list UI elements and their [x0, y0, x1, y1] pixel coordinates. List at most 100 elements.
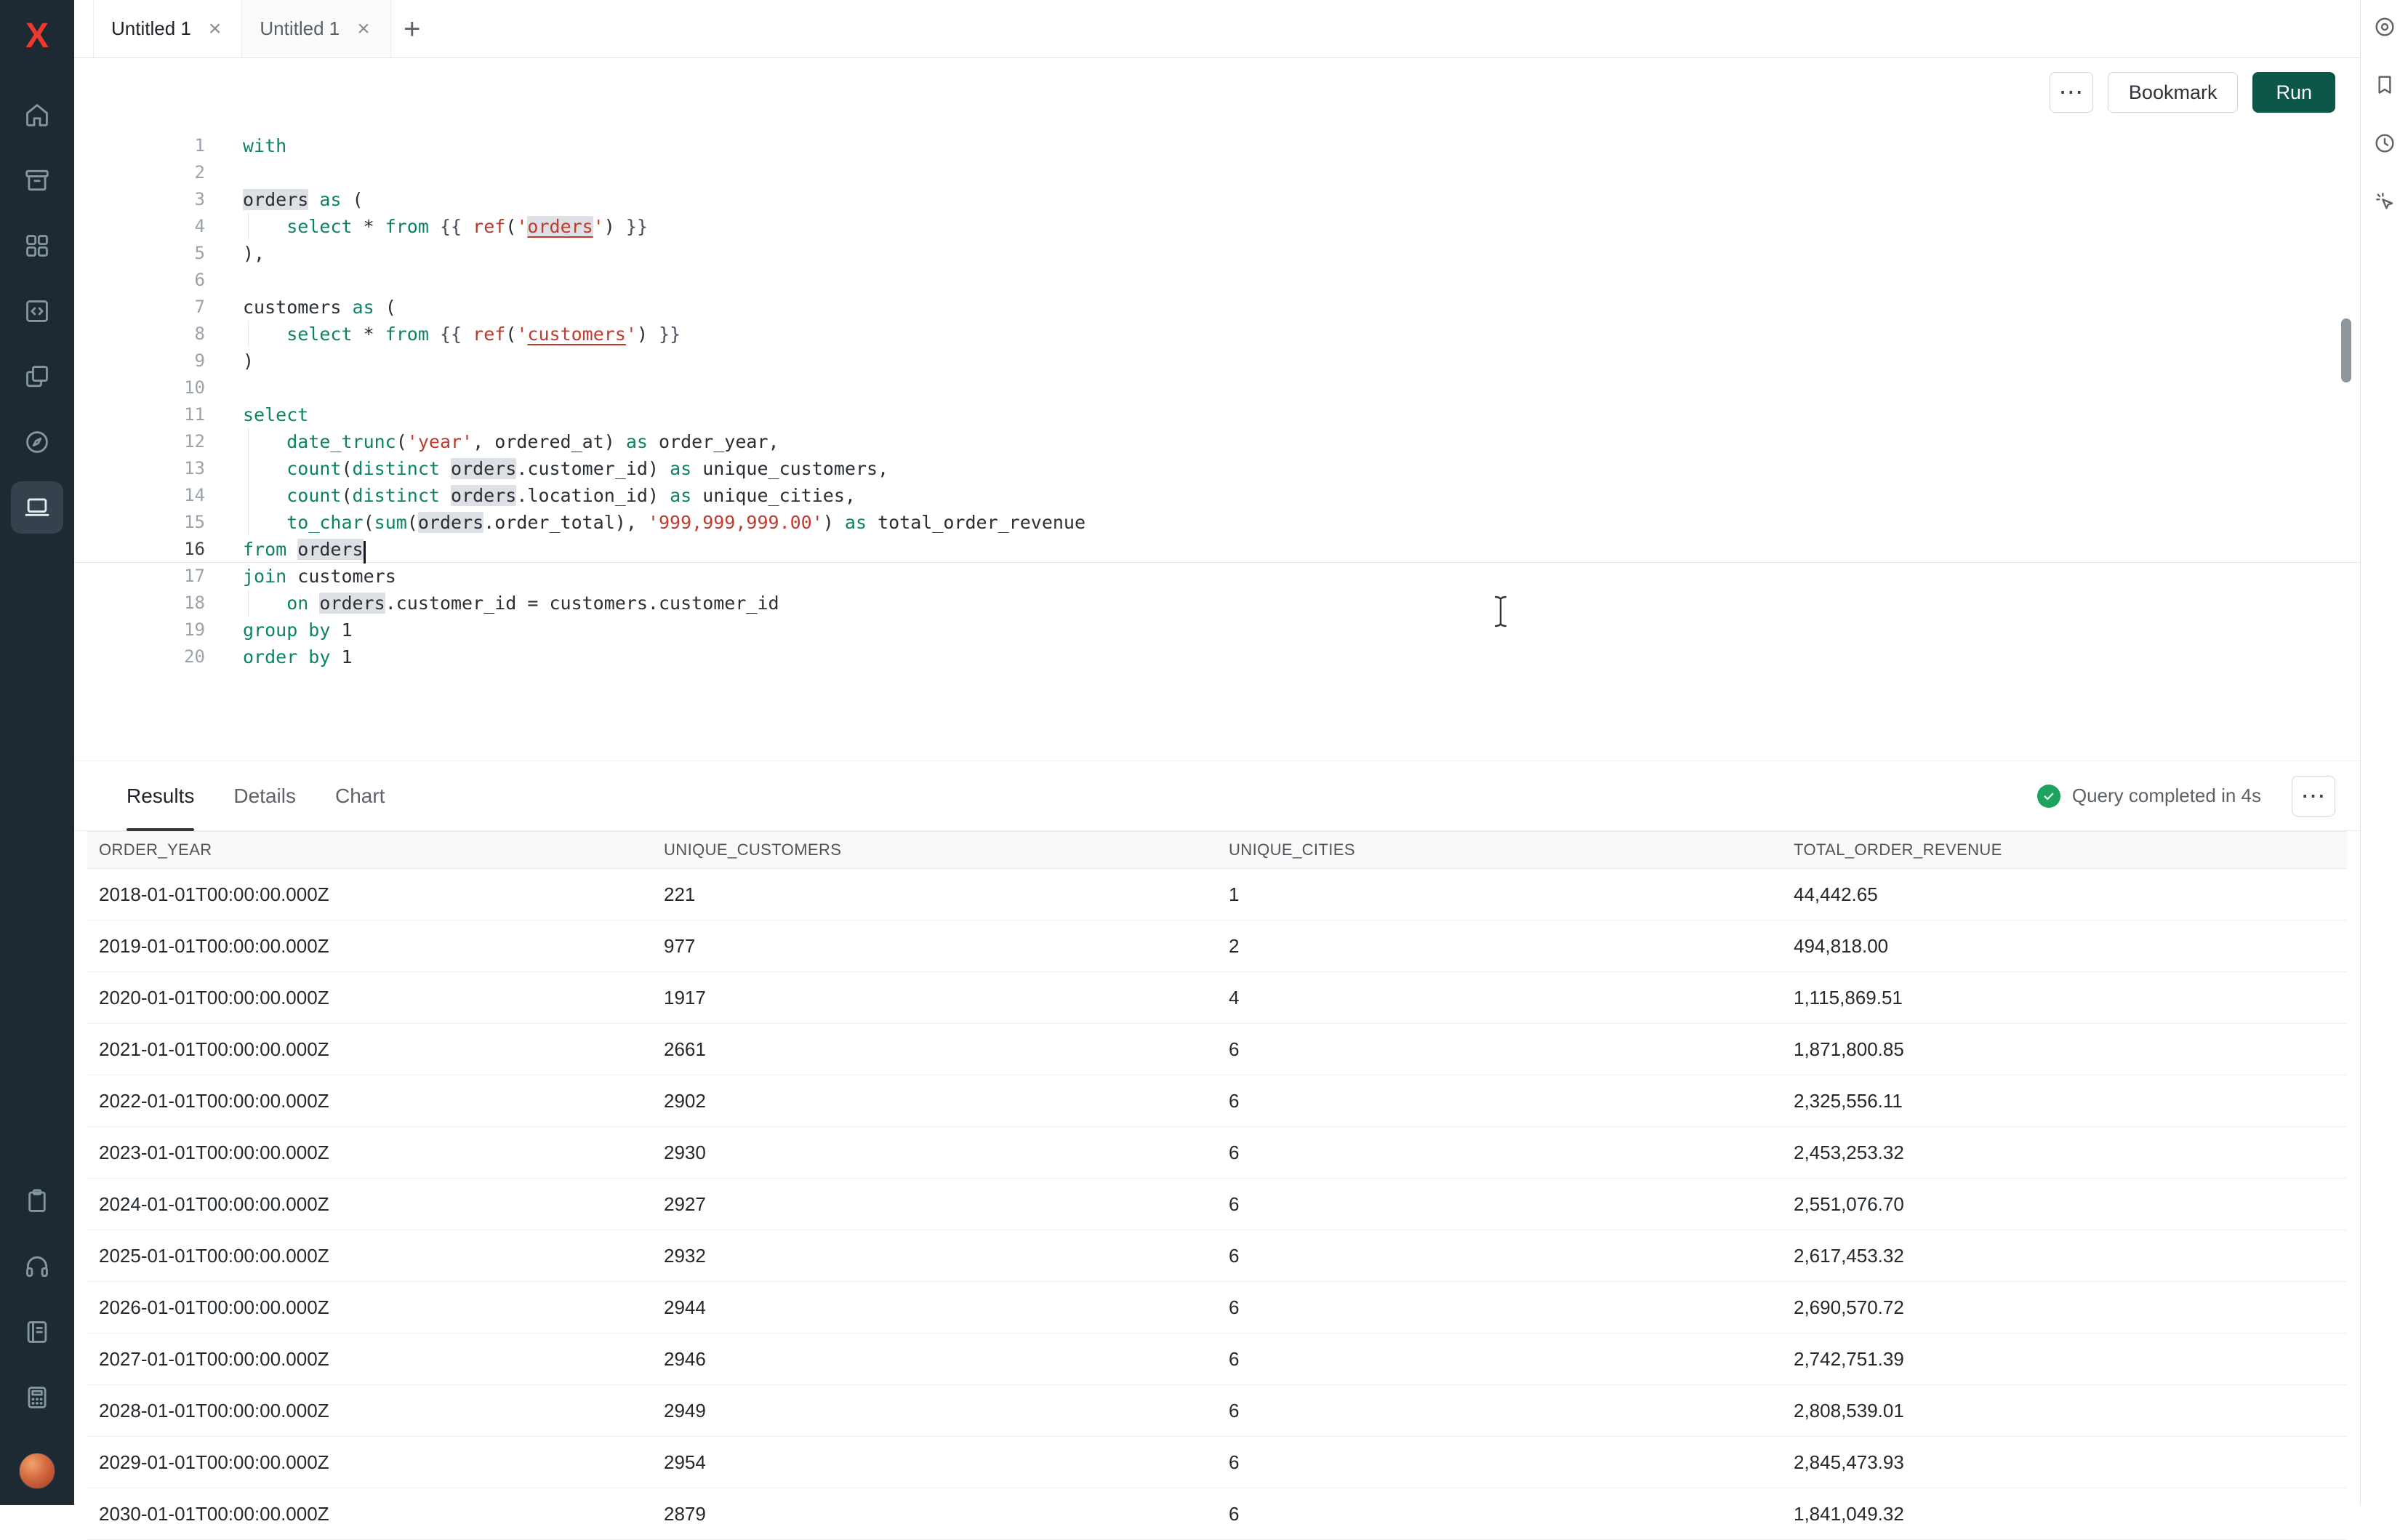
results-tab-details[interactable]: Details	[233, 761, 296, 830]
table-cell[interactable]: 2,617,453.32	[1782, 1245, 2347, 1267]
table-row[interactable]: 2023-01-01T00:00:00.000Z293062,453,253.3…	[87, 1127, 2347, 1179]
table-cell[interactable]: 2023-01-01T00:00:00.000Z	[87, 1142, 652, 1164]
header-cell[interactable]: UNIQUE_CUSTOMERS	[652, 841, 1217, 859]
table-cell[interactable]: 2902	[652, 1090, 1217, 1112]
table-row[interactable]: 2024-01-01T00:00:00.000Z292762,551,076.7…	[87, 1179, 2347, 1230]
rail-item-apps[interactable]	[11, 220, 63, 272]
rail-item-explore[interactable]	[11, 416, 63, 468]
table-cell[interactable]: 221	[652, 883, 1217, 906]
table-cell[interactable]: 2020-01-01T00:00:00.000Z	[87, 987, 652, 1009]
table-row[interactable]: 2020-01-01T00:00:00.000Z191741,115,869.5…	[87, 972, 2347, 1024]
user-avatar[interactable]	[19, 1453, 55, 1489]
code-line-17[interactable]: 17join customers	[74, 563, 2360, 590]
table-cell[interactable]: 2930	[652, 1142, 1217, 1164]
table-cell[interactable]: 494,818.00	[1782, 935, 2347, 958]
table-cell[interactable]: 6	[1217, 1193, 1782, 1216]
table-cell[interactable]: 2,551,076.70	[1782, 1193, 2347, 1216]
table-cell[interactable]: 2954	[652, 1451, 1217, 1474]
right-rail-cursor[interactable]	[2368, 185, 2401, 218]
code-line-12[interactable]: 12 date_trunc('year', ordered_at) as ord…	[74, 428, 2360, 455]
tab-close-icon[interactable]: ×	[354, 17, 373, 41]
table-row[interactable]: 2027-01-01T00:00:00.000Z294662,742,751.3…	[87, 1334, 2347, 1385]
table-cell[interactable]: 6	[1217, 1142, 1782, 1164]
editor-scrollbar-thumb[interactable]	[2341, 318, 2351, 382]
right-rail-assistant[interactable]	[2368, 10, 2401, 44]
results-tab-results[interactable]: Results	[127, 761, 194, 830]
table-cell[interactable]: 2027-01-01T00:00:00.000Z	[87, 1348, 652, 1371]
table-cell[interactable]: 1917	[652, 987, 1217, 1009]
code-line-7[interactable]: 7customers as (	[74, 294, 2360, 321]
code-line-3[interactable]: 3orders as (	[74, 186, 2360, 213]
table-row[interactable]: 2018-01-01T00:00:00.000Z221144,442.65	[87, 869, 2347, 921]
table-cell[interactable]: 2,742,751.39	[1782, 1348, 2347, 1371]
table-cell[interactable]: 6	[1217, 1038, 1782, 1061]
table-cell[interactable]: 2661	[652, 1038, 1217, 1061]
code-line-2[interactable]: 2	[74, 159, 2360, 186]
table-row[interactable]: 2028-01-01T00:00:00.000Z294962,808,539.0…	[87, 1385, 2347, 1437]
table-cell[interactable]: 44,442.65	[1782, 883, 2347, 906]
table-cell[interactable]: 2,808,539.01	[1782, 1400, 2347, 1422]
code-line-14[interactable]: 14 count(distinct orders.location_id) as…	[74, 482, 2360, 509]
table-cell[interactable]: 2025-01-01T00:00:00.000Z	[87, 1245, 652, 1267]
editor-tab-2[interactable]: Untitled 1×	[242, 0, 390, 57]
more-options-button[interactable]: ⋯	[2050, 72, 2093, 113]
rail-item-windows[interactable]	[11, 350, 63, 403]
table-cell[interactable]: 2927	[652, 1193, 1217, 1216]
table-cell[interactable]: 2019-01-01T00:00:00.000Z	[87, 935, 652, 958]
table-cell[interactable]: 2879	[652, 1503, 1217, 1525]
table-row[interactable]: 2021-01-01T00:00:00.000Z266161,871,800.8…	[87, 1024, 2347, 1075]
run-button[interactable]: Run	[2252, 72, 2335, 113]
table-cell[interactable]: 2949	[652, 1400, 1217, 1422]
rail-item-terminal[interactable]	[11, 481, 63, 534]
table-cell[interactable]: 2,325,556.11	[1782, 1090, 2347, 1112]
app-logo[interactable]: X	[13, 12, 61, 60]
code-line-16[interactable]: 16from orders	[74, 536, 2360, 563]
results-more-button[interactable]: ⋯	[2292, 776, 2335, 817]
new-tab-button[interactable]: +	[391, 15, 433, 44]
table-cell[interactable]: 2,690,570.72	[1782, 1296, 2347, 1319]
table-cell[interactable]: 1,115,869.51	[1782, 987, 2347, 1009]
table-row[interactable]: 2025-01-01T00:00:00.000Z293262,617,453.3…	[87, 1230, 2347, 1282]
table-cell[interactable]: 6	[1217, 1090, 1782, 1112]
header-cell[interactable]: UNIQUE_CITIES	[1217, 841, 1782, 859]
table-cell[interactable]: 2028-01-01T00:00:00.000Z	[87, 1400, 652, 1422]
code-line-8[interactable]: 8 select * from {{ ref('customers') }}	[74, 321, 2360, 348]
rail-item-support[interactable]	[11, 1240, 63, 1293]
code-line-1[interactable]: 1with	[74, 132, 2360, 159]
rail-item-code[interactable]	[11, 285, 63, 337]
rail-item-notebook[interactable]	[11, 1306, 63, 1358]
code-line-9[interactable]: 9)	[74, 348, 2360, 374]
table-cell[interactable]: 2932	[652, 1245, 1217, 1267]
code-line-18[interactable]: 18 on orders.customer_id = customers.cus…	[74, 590, 2360, 617]
rail-item-clipboard[interactable]	[11, 1175, 63, 1227]
table-cell[interactable]: 2,453,253.32	[1782, 1142, 2347, 1164]
table-row[interactable]: 2022-01-01T00:00:00.000Z290262,325,556.1…	[87, 1075, 2347, 1127]
code-line-15[interactable]: 15 to_char(sum(orders.order_total), '999…	[74, 509, 2360, 536]
table-cell[interactable]: 2024-01-01T00:00:00.000Z	[87, 1193, 652, 1216]
editor-tab-1[interactable]: Untitled 1×	[93, 0, 242, 57]
table-cell[interactable]: 2944	[652, 1296, 1217, 1319]
table-cell[interactable]: 2021-01-01T00:00:00.000Z	[87, 1038, 652, 1061]
code-line-13[interactable]: 13 count(distinct orders.customer_id) as…	[74, 455, 2360, 482]
table-row[interactable]: 2029-01-01T00:00:00.000Z295462,845,473.9…	[87, 1437, 2347, 1488]
right-rail-bookmarks[interactable]	[2368, 68, 2401, 102]
table-cell[interactable]: 2026-01-01T00:00:00.000Z	[87, 1296, 652, 1319]
table-cell[interactable]: 6	[1217, 1296, 1782, 1319]
code-line-20[interactable]: 20order by 1	[74, 643, 2360, 670]
sql-editor[interactable]: 1with23orders as (4 select * from {{ ref…	[74, 127, 2360, 761]
header-cell[interactable]: ORDER_YEAR	[87, 841, 652, 859]
results-tab-chart[interactable]: Chart	[335, 761, 385, 830]
rail-item-calculator[interactable]	[11, 1371, 63, 1424]
table-cell[interactable]: 6	[1217, 1245, 1782, 1267]
header-cell[interactable]: TOTAL_ORDER_REVENUE	[1782, 841, 2347, 859]
table-row[interactable]: 2026-01-01T00:00:00.000Z294462,690,570.7…	[87, 1282, 2347, 1334]
code-line-5[interactable]: 5),	[74, 240, 2360, 267]
table-cell[interactable]: 6	[1217, 1348, 1782, 1371]
table-cell[interactable]: 2022-01-01T00:00:00.000Z	[87, 1090, 652, 1112]
table-cell[interactable]: 6	[1217, 1451, 1782, 1474]
table-cell[interactable]: 1,871,800.85	[1782, 1038, 2347, 1061]
table-cell[interactable]: 2946	[652, 1348, 1217, 1371]
table-cell[interactable]: 2,845,473.93	[1782, 1451, 2347, 1474]
table-row[interactable]: 2019-01-01T00:00:00.000Z9772494,818.00	[87, 921, 2347, 972]
rail-item-home[interactable]	[11, 89, 63, 141]
